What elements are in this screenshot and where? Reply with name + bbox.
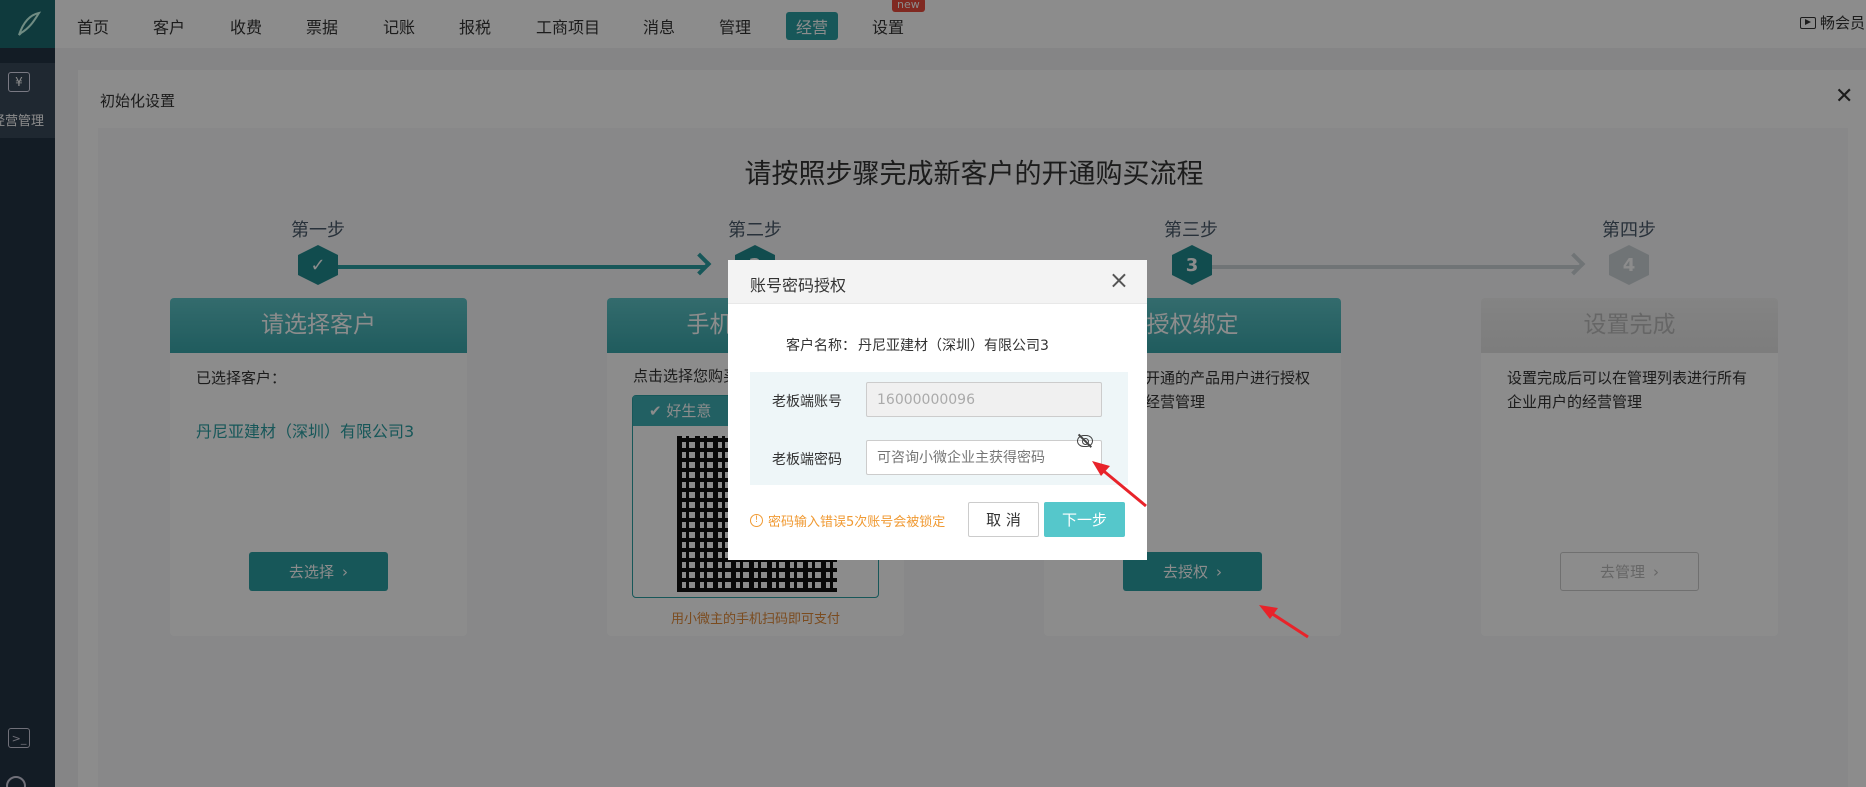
warning-text: 密码输入错误5次账号会被锁定 bbox=[768, 515, 946, 530]
close-icon[interactable]: × bbox=[1109, 266, 1129, 294]
dialog-header: 账号密码授权 × bbox=[728, 260, 1147, 304]
customer-name-label: 客户名称： bbox=[786, 338, 856, 354]
password-label: 老板端密码 bbox=[772, 452, 842, 468]
credentials-form: 老板端账号 老板端密码 bbox=[750, 372, 1128, 485]
next-step-button[interactable]: 下一步 bbox=[1044, 502, 1125, 537]
account-auth-dialog: 账号密码授权 × 客户名称： 丹尼亚建材（深圳）有限公司3 老板端账号 老板端密… bbox=[728, 260, 1147, 560]
customer-name-value: 丹尼亚建材（深圳）有限公司3 bbox=[858, 338, 1049, 354]
account-label: 老板端账号 bbox=[772, 394, 842, 410]
dialog-title: 账号密码授权 bbox=[750, 276, 847, 295]
eye-hidden-icon[interactable] bbox=[1077, 435, 1093, 447]
info-icon: ! bbox=[750, 514, 763, 527]
account-field[interactable] bbox=[866, 382, 1102, 417]
lock-warning: ! 密码输入错误5次账号会被锁定 bbox=[750, 511, 945, 530]
password-field[interactable] bbox=[866, 440, 1102, 475]
cancel-button[interactable]: 取 消 bbox=[968, 502, 1039, 537]
